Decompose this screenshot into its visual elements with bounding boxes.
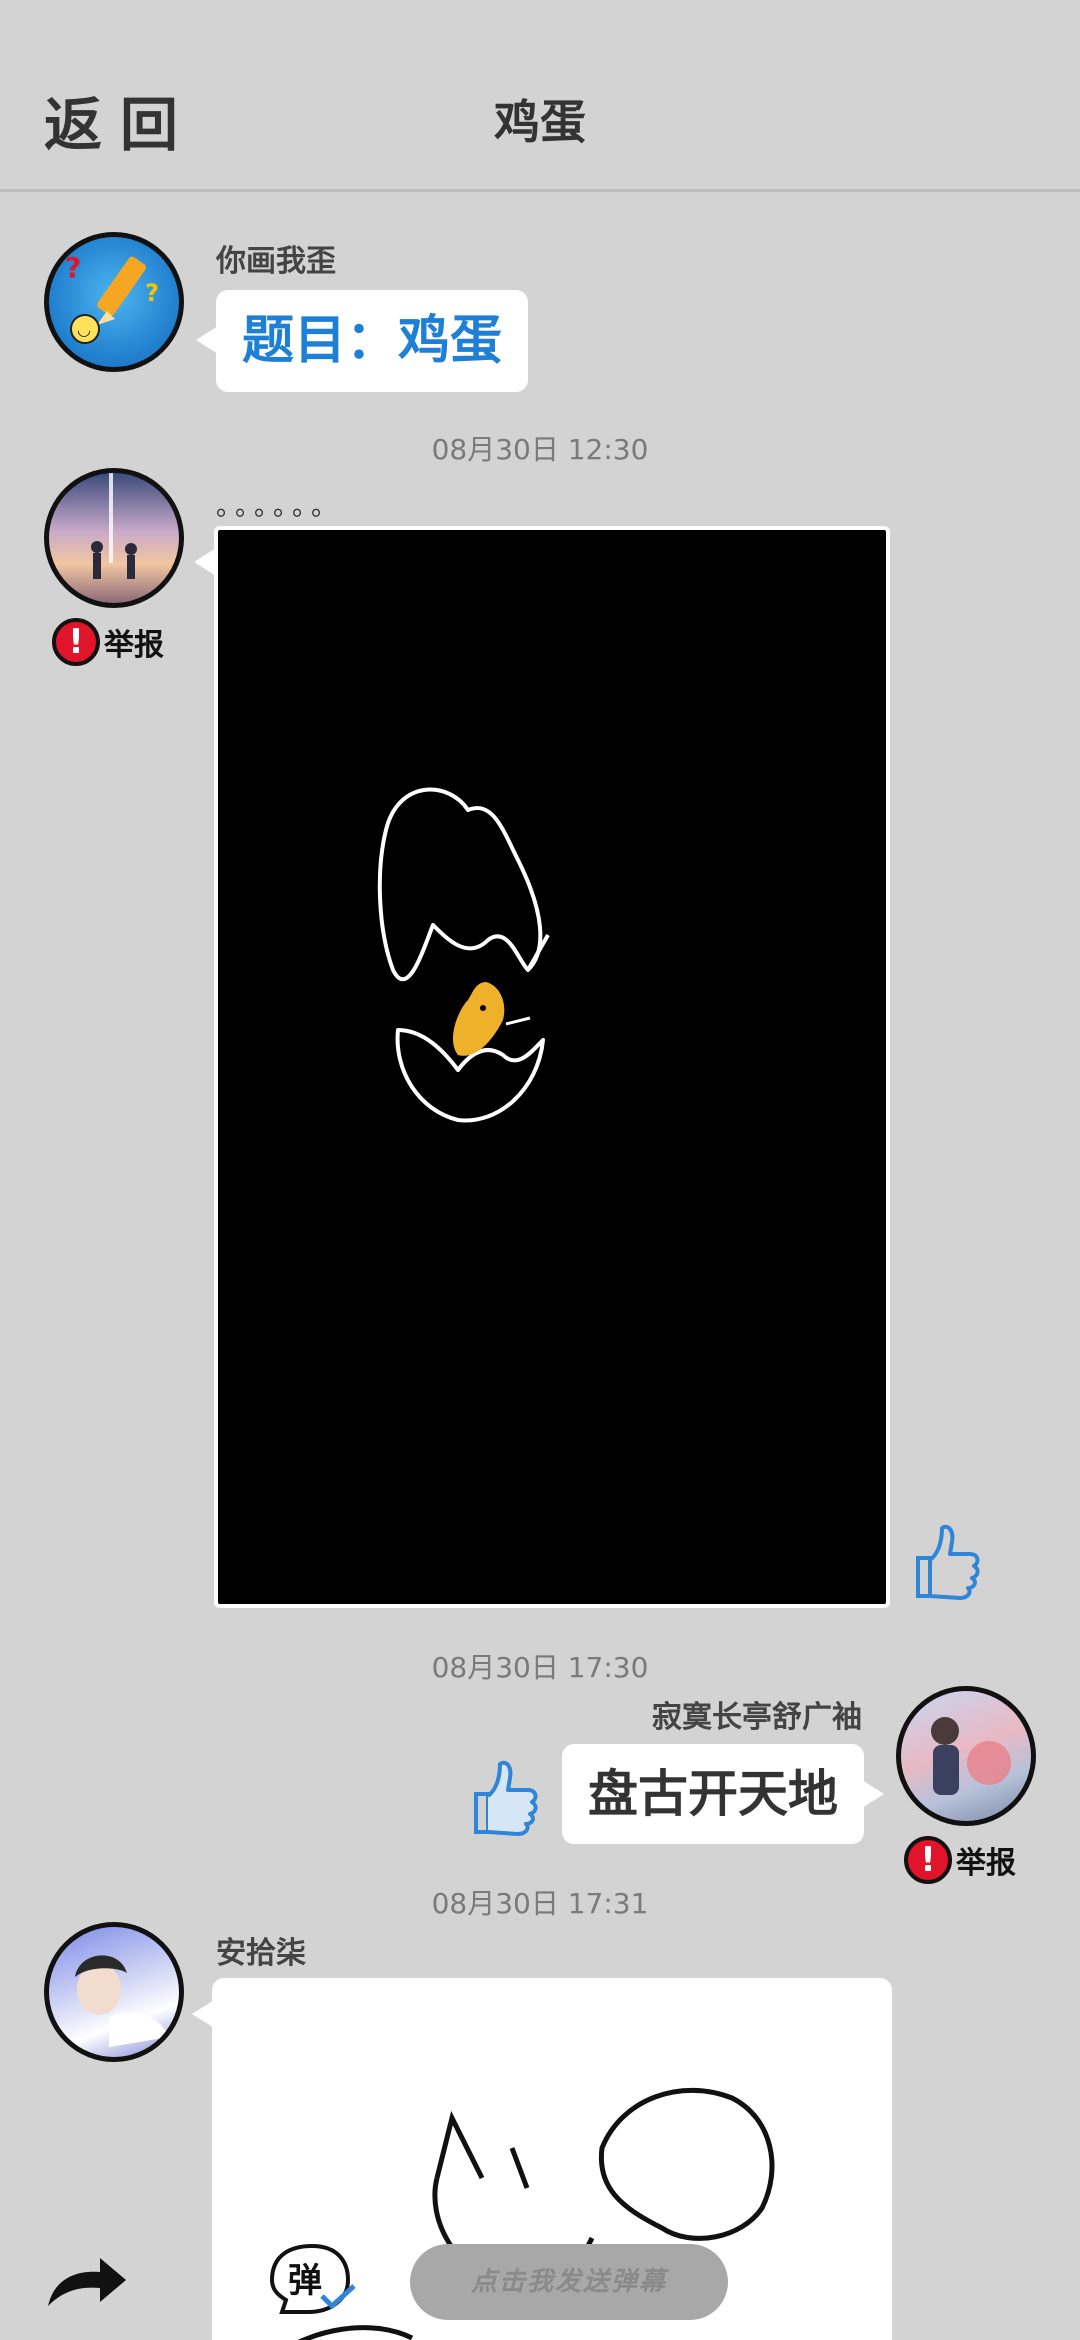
svg-text:?: ? — [65, 251, 81, 284]
sender-name: 安拾柒 — [216, 1936, 306, 1971]
report-label: 举报 — [956, 1846, 1016, 1881]
avatar-illustration — [75, 1955, 169, 2047]
report-button[interactable]: ! 举报 — [52, 618, 164, 666]
report-icon: ! — [52, 618, 100, 666]
danmu-input[interactable]: 点击我发送弹幕 — [410, 2244, 728, 2320]
danmu-icon[interactable]: 弹 — [262, 2240, 360, 2318]
thumbs-up-icon[interactable] — [904, 1514, 988, 1604]
answer-bubble: 盘古开天地 — [562, 1744, 864, 1844]
user-avatar[interactable] — [896, 1686, 1036, 1826]
report-icon: ! — [904, 1836, 952, 1884]
page-title: 鸡蛋 — [494, 95, 586, 149]
egg-drawing — [377, 787, 550, 1123]
thumbs-up-icon[interactable] — [468, 1750, 552, 1840]
pencil-icon: ◡ ? ? — [65, 251, 159, 344]
report-label: 举报 — [104, 628, 164, 663]
sender-name: 你画我歪 — [216, 244, 336, 279]
danmu-badge-icon: 弹 — [269, 2243, 356, 2314]
sender-name: 寂寞长亭舒广袖 — [652, 1700, 862, 1735]
danmu-badge-text: 弹 — [288, 2261, 322, 2301]
svg-text:?: ? — [145, 279, 159, 307]
bubble-tail — [194, 548, 216, 576]
share-arrow-icon[interactable] — [44, 2250, 128, 2310]
report-button[interactable]: ! 举报 — [904, 1836, 1016, 1884]
topic-bubble: 题目：鸡蛋 — [216, 290, 529, 392]
host-avatar[interactable]: ◡ ? ? — [44, 232, 184, 372]
avatar-illustration — [91, 473, 137, 579]
avatar-illustration — [931, 1717, 1011, 1795]
header: 返回 鸡蛋 — [0, 0, 1080, 192]
bubble-tail — [196, 326, 218, 354]
drawing-caption: 。。。。。。 — [216, 492, 344, 522]
user-avatar[interactable] — [44, 468, 184, 608]
bubble-tail — [192, 2000, 214, 2028]
timestamp: 08月30日 17:30 — [431, 1651, 649, 1684]
timestamp: 08月30日 12:30 — [431, 433, 649, 466]
user-avatar[interactable] — [44, 1922, 184, 2062]
bubble-tail — [862, 1780, 884, 1808]
screen: 返回 鸡蛋 ◡ ? ? 你画我歪 题目：鸡蛋 08月30日 12:30 ! 举报… — [0, 0, 1080, 2340]
timestamp: 08月30日 17:31 — [431, 1887, 649, 1920]
svg-text:◡: ◡ — [77, 320, 91, 339]
drawing-image[interactable] — [214, 526, 890, 1608]
